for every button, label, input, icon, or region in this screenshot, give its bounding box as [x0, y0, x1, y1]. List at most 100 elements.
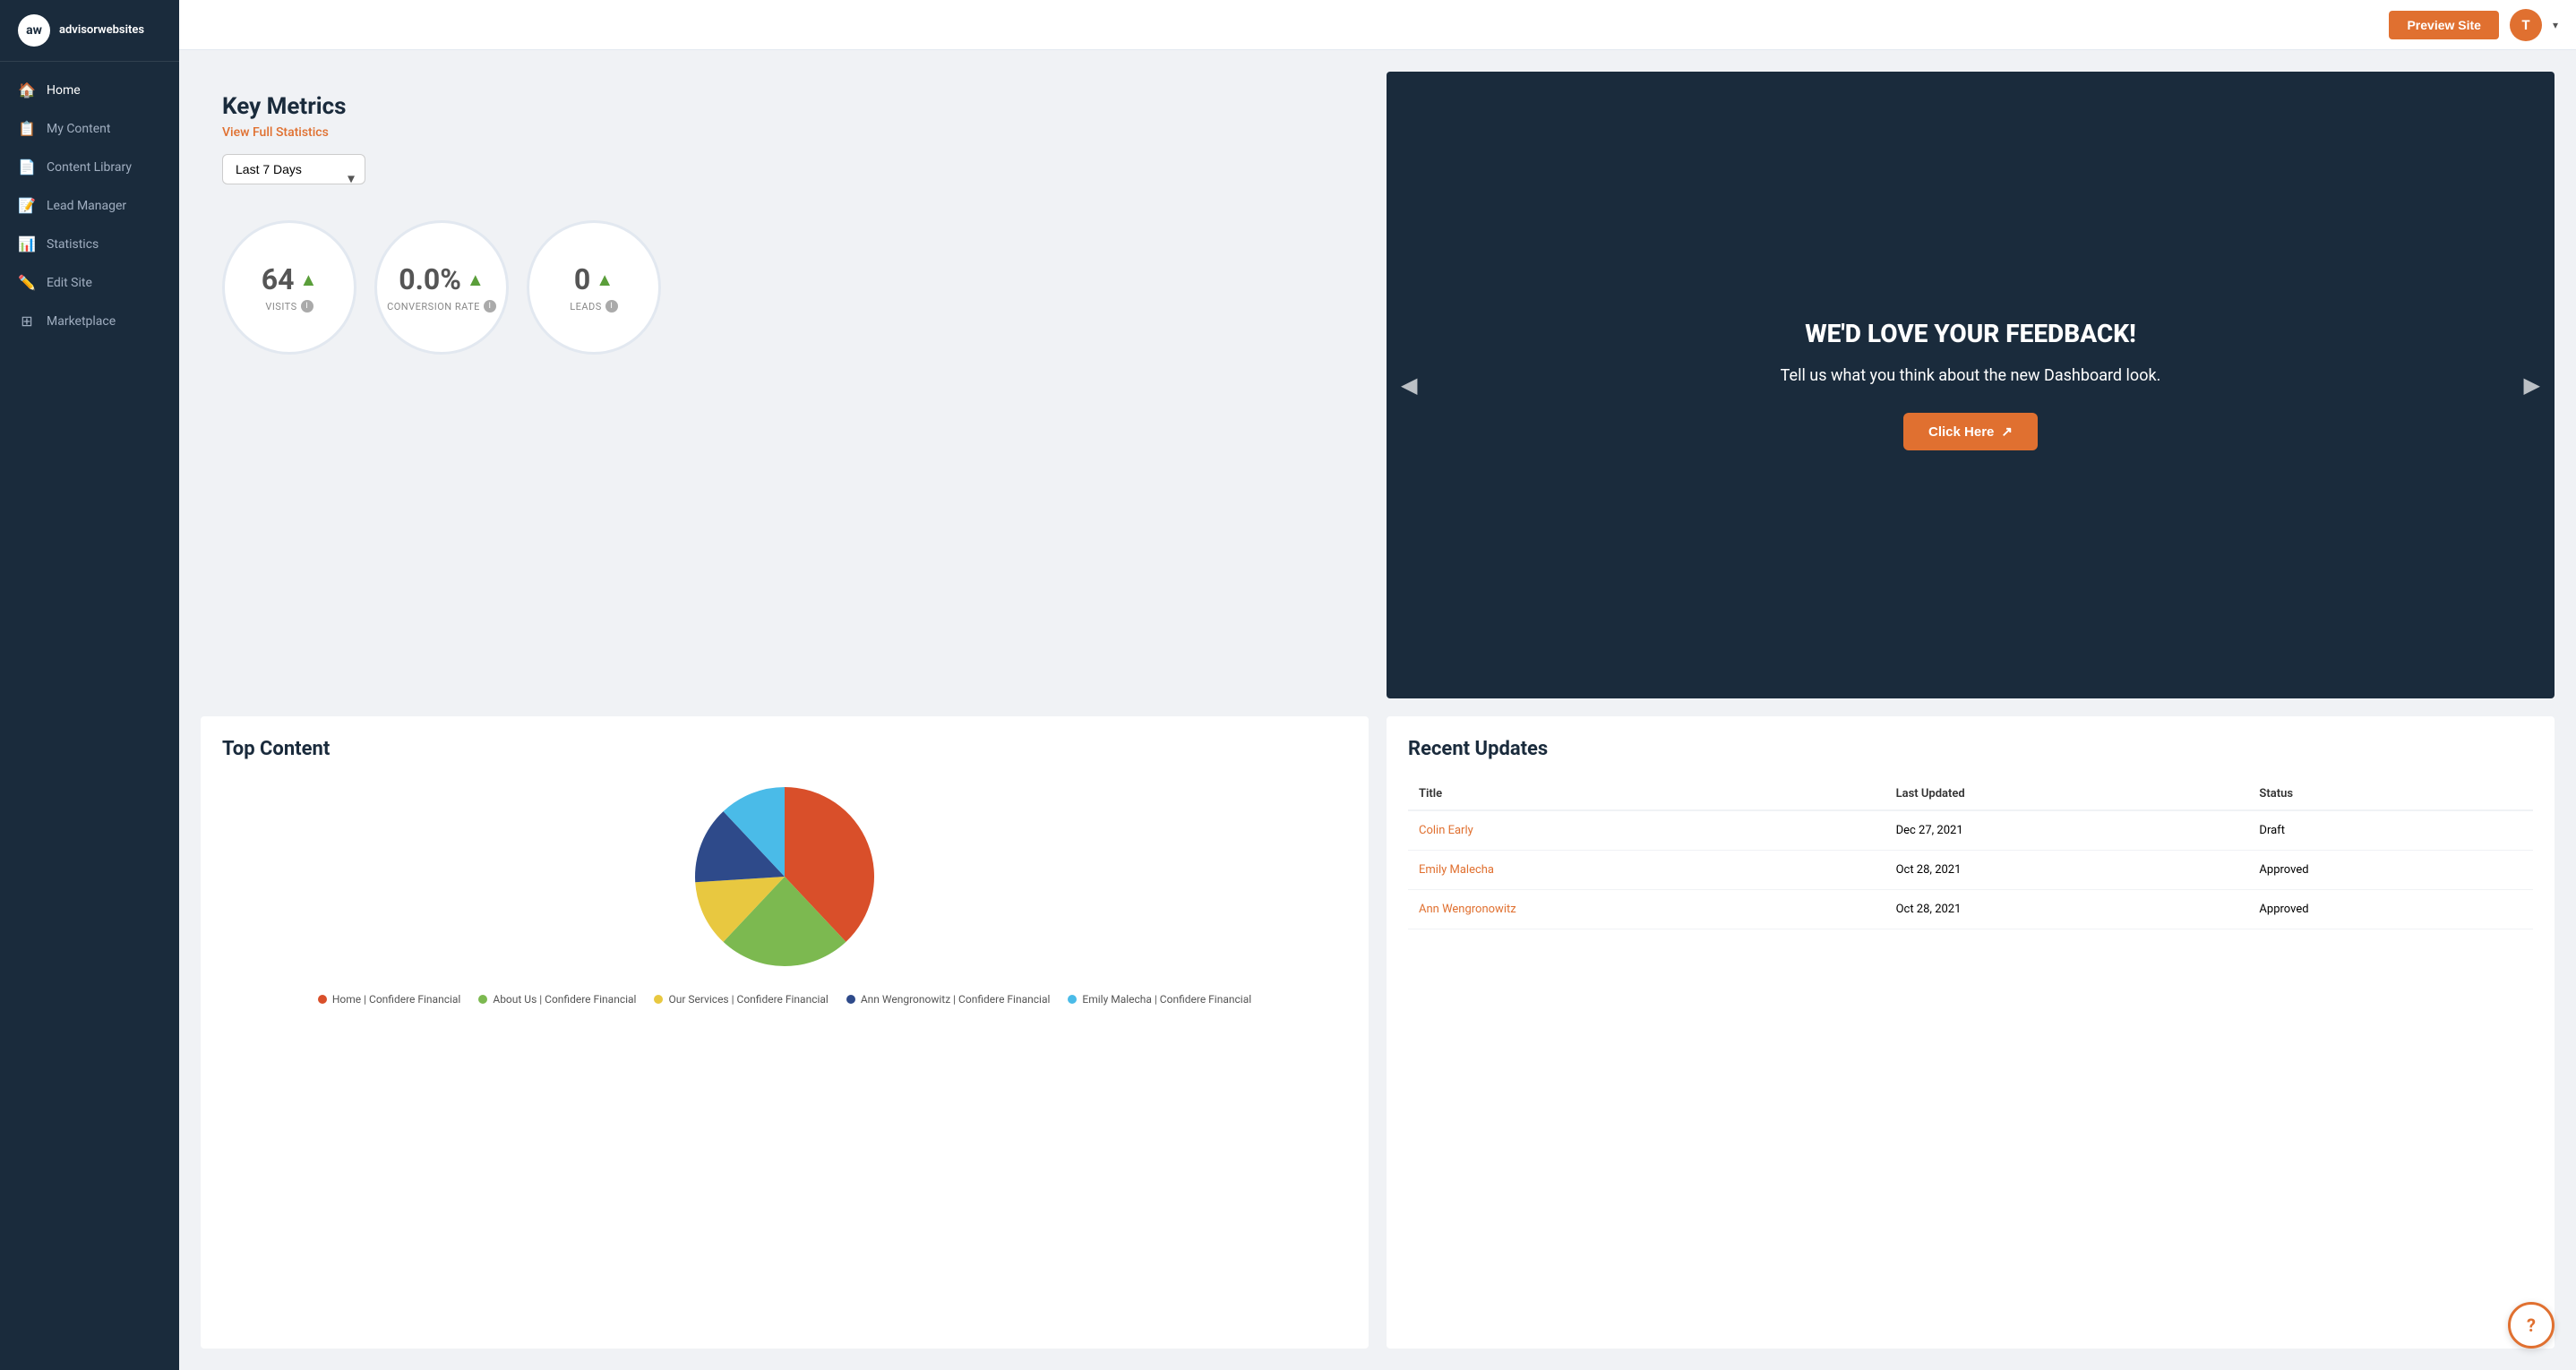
- legend-label: Our Services | Confidere Financial: [668, 993, 828, 1006]
- metric-value-conversion: 0.0% ▲: [399, 262, 484, 296]
- help-button[interactable]: ?: [2508, 1302, 2555, 1349]
- update-status: Draft: [2248, 810, 2533, 851]
- legend-label: Emily Malecha | Confidere Financial: [1082, 993, 1251, 1006]
- key-metrics-section: Key Metrics View Full Statistics Last 7 …: [201, 72, 1369, 698]
- days-dropdown[interactable]: Last 7 DaysLast 30 DaysLast 90 Days: [222, 154, 365, 184]
- trend-up-icon-conversion: ▲: [467, 269, 485, 291]
- sidebar-item-statistics[interactable]: 📊 Statistics: [0, 225, 179, 263]
- info-icon-visits[interactable]: i: [301, 300, 313, 313]
- banner-next-arrow[interactable]: ▶: [2524, 372, 2540, 398]
- col-header-status: Status: [2248, 778, 2533, 810]
- sidebar-item-content-library[interactable]: 📄Content Library: [0, 148, 179, 186]
- banner-prev-arrow[interactable]: ◀: [1401, 372, 1417, 398]
- top-content-title: Top Content: [222, 738, 1347, 760]
- metric-circle-leads: 0 ▲ LEADS i: [527, 220, 661, 355]
- sidebar-label-lead-manager: Lead Manager: [47, 199, 126, 213]
- feedback-banner: ◀ WE'D LOVE YOUR FEEDBACK! Tell us what …: [1387, 72, 2555, 698]
- update-title-link[interactable]: Ann Wengronowitz: [1419, 903, 1516, 916]
- update-status: Approved: [2248, 889, 2533, 929]
- key-metrics-title: Key Metrics: [222, 93, 1347, 120]
- info-icon-leads[interactable]: i: [605, 300, 618, 313]
- metric-circle-visits: 64 ▲ VISITS i: [222, 220, 356, 355]
- click-here-button[interactable]: Click Here ↗: [1903, 413, 2038, 450]
- chart-legend: Home | Confidere Financial About Us | Con…: [318, 993, 1251, 1006]
- update-date: Oct 28, 2021: [1885, 889, 2249, 929]
- logo-text: advisorwebsites: [59, 23, 144, 38]
- legend-dot: [1068, 995, 1077, 1004]
- info-icon-conversion[interactable]: i: [484, 300, 496, 313]
- sidebar: aw advisorwebsites 🏠 Home 📋 My Content 📄Cont…: [0, 0, 179, 1370]
- legend-dot: [478, 995, 487, 1004]
- view-full-statistics-link[interactable]: View Full Statistics: [222, 125, 1347, 140]
- metric-value-leads: 0 ▲: [574, 262, 614, 296]
- sidebar-item-marketplace[interactable]: ⊞ Marketplace: [0, 302, 179, 340]
- header-row: TitleLast UpdatedStatus: [1408, 778, 2533, 810]
- legend-dot: [846, 995, 855, 1004]
- sidebar-label-statistics: Statistics: [47, 237, 99, 252]
- sidebar-nav: 🏠 Home 📋 My Content 📄Content Library 📝 Lead Ma…: [0, 62, 179, 1370]
- table-row: Emily Malecha Oct 28, 2021 Approved: [1408, 850, 2533, 889]
- updates-table-body: Colin Early Dec 27, 2021 Draft Emily Mal…: [1408, 810, 2533, 929]
- chevron-down-icon[interactable]: ▾: [2553, 19, 2558, 31]
- table-row: Ann Wengronowitz Oct 28, 2021 Approved: [1408, 889, 2533, 929]
- legend-label: Home | Confidere Financial: [332, 993, 461, 1006]
- metric-label-leads: LEADS i: [570, 300, 618, 313]
- legend-item: About Us | Confidere Financial: [478, 993, 636, 1006]
- update-title: Colin Early: [1408, 810, 1885, 851]
- update-title: Emily Malecha: [1408, 850, 1885, 889]
- pie-chart-container: Home | Confidere Financial About Us | Con…: [222, 778, 1347, 1006]
- table-row: Colin Early Dec 27, 2021 Draft: [1408, 810, 2533, 851]
- sidebar-item-lead-manager[interactable]: 📝 Lead Manager: [0, 186, 179, 225]
- legend-item: Our Services | Confidere Financial: [654, 993, 828, 1006]
- preview-site-button[interactable]: Preview Site: [2389, 11, 2499, 39]
- pie-chart: [686, 778, 883, 975]
- days-dropdown-wrapper: Last 7 DaysLast 30 DaysLast 90 Days: [222, 154, 365, 202]
- update-status: Approved: [2248, 850, 2533, 889]
- update-title: Ann Wengronowitz: [1408, 889, 1885, 929]
- metric-circle-conversion: 0.0% ▲ CONVERSION RATE i: [374, 220, 509, 355]
- external-link-icon: ↗: [2001, 424, 2013, 440]
- updates-table-header: TitleLast UpdatedStatus: [1408, 778, 2533, 810]
- sidebar-label-edit-site: Edit Site: [47, 276, 92, 290]
- metric-value-visits: 64 ▲: [262, 262, 318, 296]
- legend-label: About Us | Confidere Financial: [493, 993, 636, 1006]
- edit-site-icon: ✏️: [18, 274, 36, 291]
- sidebar-label-home: Home: [47, 83, 81, 98]
- click-here-label: Click Here: [1928, 424, 1994, 440]
- update-title-link[interactable]: Colin Early: [1419, 824, 1473, 837]
- feedback-subtitle: Tell us what you think about the new Das…: [1781, 364, 2161, 388]
- main-container: Preview Site T ▾ Key Metrics View Full S…: [179, 0, 2576, 1370]
- sidebar-label-marketplace: Marketplace: [47, 314, 116, 329]
- metric-label-conversion: CONVERSION RATE i: [387, 300, 496, 313]
- top-header: Preview Site T ▾: [179, 0, 2576, 50]
- marketplace-icon: ⊞: [18, 313, 36, 330]
- feedback-title: WE'D LOVE YOUR FEEDBACK!: [1805, 319, 2135, 349]
- legend-dot: [318, 995, 327, 1004]
- legend-item: Emily Malecha | Confidere Financial: [1068, 993, 1251, 1006]
- legend-label: Ann Wengronowitz | Confidere Financial: [861, 993, 1051, 1006]
- update-date: Oct 28, 2021: [1885, 850, 2249, 889]
- content-area: Key Metrics View Full Statistics Last 7 …: [179, 50, 2576, 1370]
- sidebar-label-my-content: My Content: [47, 122, 110, 136]
- sidebar-label-content-library: Content Library: [47, 160, 132, 175]
- home-icon: 🏠: [18, 81, 36, 98]
- recent-updates-title: Recent Updates: [1408, 738, 2533, 760]
- update-date: Dec 27, 2021: [1885, 810, 2249, 851]
- avatar[interactable]: T: [2510, 9, 2542, 41]
- col-header-last-updated: Last Updated: [1885, 778, 2249, 810]
- trend-up-icon-visits: ▲: [299, 269, 317, 291]
- update-title-link[interactable]: Emily Malecha: [1419, 863, 1494, 877]
- logo-area: aw advisorwebsites: [0, 0, 179, 62]
- sidebar-item-edit-site[interactable]: ✏️ Edit Site: [0, 263, 179, 302]
- statistics-icon: 📊: [18, 235, 36, 253]
- legend-item: Home | Confidere Financial: [318, 993, 461, 1006]
- top-content-section: Top Content Home | Confidere Financial Ab…: [201, 716, 1369, 1349]
- my-content-icon: 📋: [18, 120, 36, 137]
- metrics-circles: 64 ▲ VISITS i 0.0% ▲ CONVERSION RATE i 0…: [222, 220, 1347, 355]
- lead-manager-icon: 📝: [18, 197, 36, 214]
- metric-label-visits: VISITS i: [265, 300, 313, 313]
- sidebar-item-my-content[interactable]: 📋 My Content: [0, 109, 179, 148]
- legend-item: Ann Wengronowitz | Confidere Financial: [846, 993, 1051, 1006]
- col-header-title: Title: [1408, 778, 1885, 810]
- sidebar-item-home[interactable]: 🏠 Home: [0, 71, 179, 109]
